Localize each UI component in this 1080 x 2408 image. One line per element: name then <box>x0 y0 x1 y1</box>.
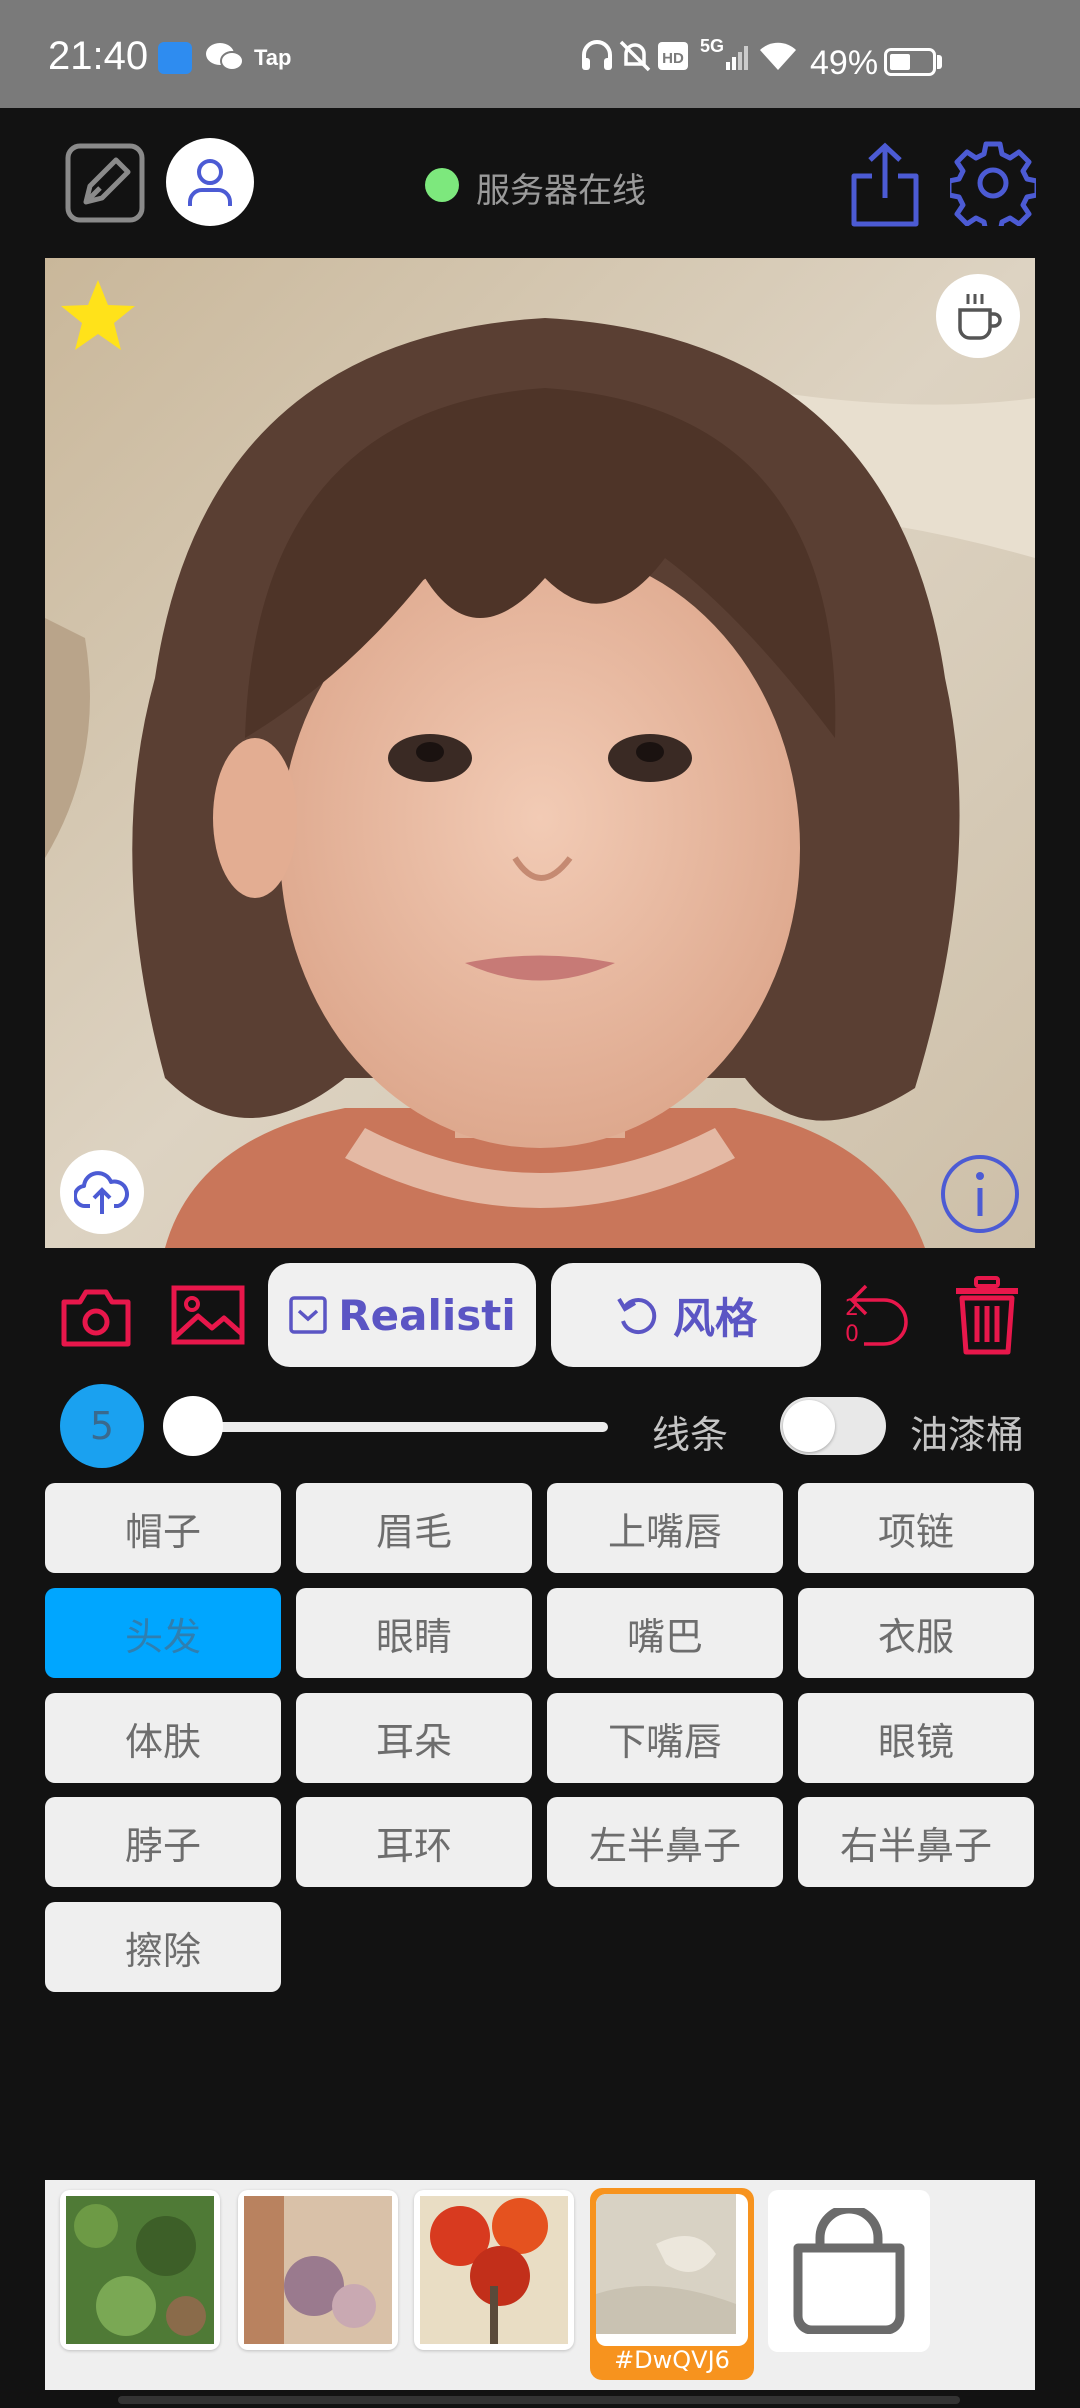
user-icon <box>188 159 232 206</box>
part-button[interactable]: 嘴巴 <box>547 1588 783 1678</box>
part-button[interactable]: 右半鼻子 <box>798 1797 1034 1887</box>
battery-tip <box>937 55 942 69</box>
image-icon[interactable] <box>170 1282 246 1348</box>
part-button[interactable]: 上嘴唇 <box>547 1483 783 1573</box>
part-button[interactable]: 头发 <box>45 1588 281 1678</box>
coffee-button[interactable] <box>936 274 1020 358</box>
pen-square-icon[interactable] <box>64 142 146 224</box>
navigation-bar <box>118 2396 960 2404</box>
battery-percentage: 49% <box>810 44 879 82</box>
part-button[interactable]: 项链 <box>798 1483 1034 1573</box>
selected-style-thumbnail[interactable] <box>596 2194 748 2346</box>
checkbox-icon <box>289 1296 328 1334</box>
server-status-text: 服务器在线 <box>476 171 646 211</box>
style-select[interactable]: Realisti <box>268 1263 536 1367</box>
style-button-label: 风格 <box>672 1293 757 1343</box>
selected-style-label: #DwQVJ6 <box>614 2346 730 2374</box>
style-thumbnail[interactable] <box>238 2190 398 2350</box>
server-status-dot <box>425 168 459 202</box>
part-button[interactable]: 眉毛 <box>296 1483 532 1573</box>
style-select-label: Realisti <box>338 1290 516 1340</box>
hd-icon: HD <box>658 42 688 70</box>
signal-icon <box>726 46 748 70</box>
notification-app-icon <box>158 42 192 74</box>
part-button[interactable]: 衣服 <box>798 1588 1034 1678</box>
battery-icon <box>884 48 936 76</box>
rotate-icon <box>617 1297 657 1335</box>
paint-bucket-toggle-thumb[interactable] <box>783 1400 835 1452</box>
brush-size-slider-thumb[interactable] <box>163 1396 223 1456</box>
part-button[interactable]: 眼镜 <box>798 1693 1034 1783</box>
wechat-icon <box>206 43 244 71</box>
part-button[interactable]: 眼睛 <box>296 1588 532 1678</box>
tap-app-icon: Tap <box>254 45 292 70</box>
svg-text:HD: HD <box>662 50 684 67</box>
part-button[interactable]: 左半鼻子 <box>547 1797 783 1887</box>
bell-off-icon <box>619 40 651 72</box>
shopping-bag-icon <box>793 2208 905 2334</box>
wifi-icon <box>760 42 796 70</box>
part-button[interactable]: 帽子 <box>45 1483 281 1573</box>
account-button[interactable] <box>166 138 254 226</box>
part-button[interactable]: 体肤 <box>45 1693 281 1783</box>
cloud-upload-icon <box>74 1171 129 1214</box>
style-button[interactable]: 风格 <box>551 1263 821 1367</box>
brush-size-slider-track[interactable] <box>190 1422 608 1432</box>
part-button[interactable]: 擦除 <box>45 1902 281 1992</box>
part-button[interactable]: 耳环 <box>296 1797 532 1887</box>
brush-size-badge: 5 <box>60 1384 144 1468</box>
style-thumbnail[interactable] <box>60 2190 220 2350</box>
camera-icon[interactable] <box>60 1282 132 1348</box>
status-time: 21:40 <box>48 34 149 78</box>
paint-bucket-label: 油漆桶 <box>910 1413 1025 1457</box>
undo-count: 20 <box>845 1296 859 1347</box>
line-mode-label: 线条 <box>652 1413 729 1457</box>
part-button[interactable]: 下嘴唇 <box>547 1693 783 1783</box>
trash-icon[interactable] <box>952 1276 1022 1356</box>
headphones-icon <box>582 40 612 70</box>
part-button[interactable]: 脖子 <box>45 1797 281 1887</box>
shop-button[interactable] <box>768 2190 930 2352</box>
drawing-canvas[interactable] <box>45 258 1035 1248</box>
info-icon[interactable] <box>938 1152 1022 1236</box>
part-button[interactable]: 耳朵 <box>296 1693 532 1783</box>
style-thumbnail[interactable] <box>414 2190 574 2350</box>
share-icon[interactable] <box>848 140 922 230</box>
gear-icon[interactable] <box>950 140 1036 226</box>
upload-button[interactable] <box>60 1150 144 1234</box>
star-icon[interactable] <box>58 276 138 356</box>
coffee-icon <box>958 294 1002 340</box>
